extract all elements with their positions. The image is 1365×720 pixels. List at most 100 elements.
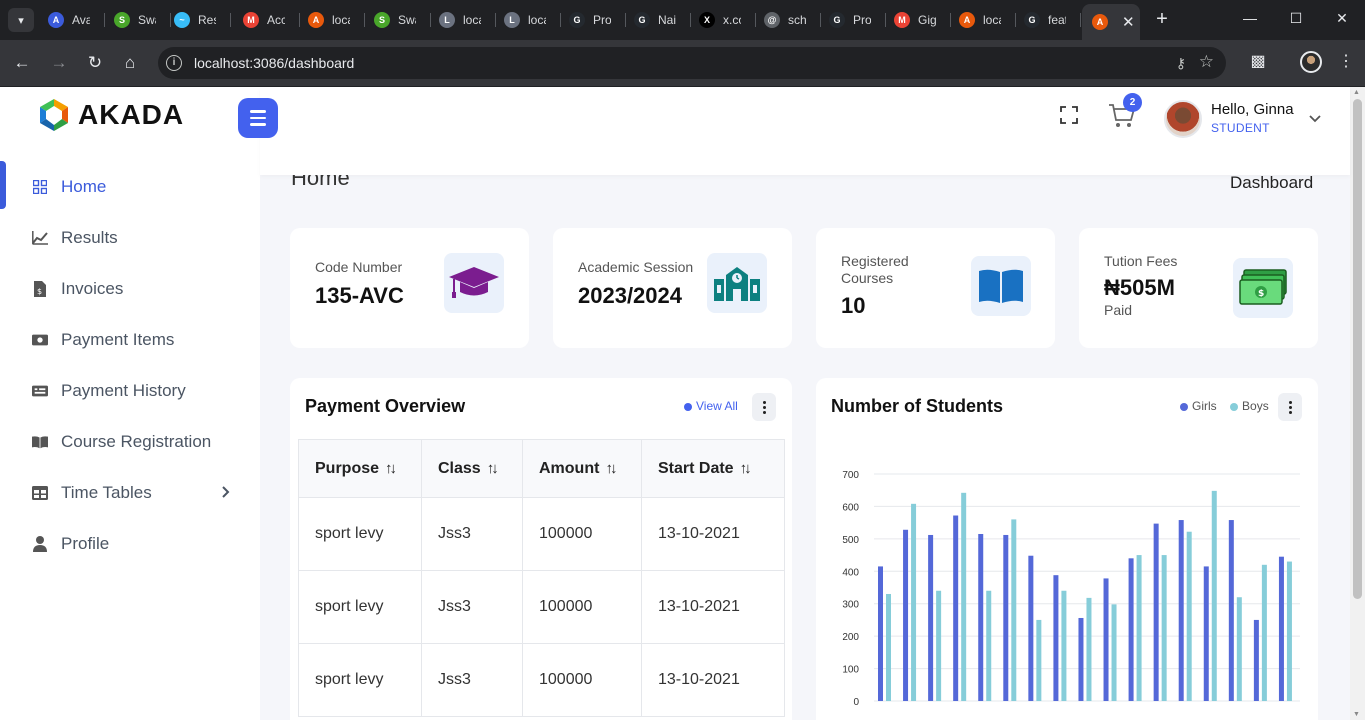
- back-icon[interactable]: ←: [10, 51, 34, 75]
- reload-icon[interactable]: ↻: [83, 51, 107, 75]
- browser-tab[interactable]: G Nai: [627, 6, 691, 34]
- column-header-amount[interactable]: Amount ↑↓: [522, 439, 642, 498]
- sort-icon[interactable]: ↑↓: [487, 460, 499, 477]
- bar-boys[interactable]: [1036, 619, 1042, 701]
- bar-girls[interactable]: [1028, 555, 1034, 701]
- bar-girls[interactable]: [953, 515, 959, 701]
- browser-menu-icon[interactable]: ⋮: [1334, 51, 1358, 71]
- bar-boys[interactable]: [1061, 590, 1067, 701]
- bar-girls[interactable]: [928, 534, 934, 701]
- extensions-icon[interactable]: ▩: [1246, 51, 1270, 71]
- bar-girls[interactable]: [903, 529, 909, 701]
- forward-icon[interactable]: →: [47, 51, 71, 75]
- scroll-up-icon[interactable]: ▲: [1353, 89, 1360, 96]
- column-header-purpose[interactable]: Purpose ↑↓: [298, 439, 422, 498]
- bar-girls[interactable]: [878, 566, 883, 701]
- browser-tab[interactable]: Lloca: [432, 6, 496, 34]
- table-row[interactable]: sport levy Jss3 100000 13-10-2021: [298, 643, 785, 717]
- fullscreen-icon[interactable]: [1060, 106, 1078, 124]
- bar-girls[interactable]: [1228, 520, 1234, 701]
- browser-tab[interactable]: G Pro: [562, 6, 626, 34]
- address-bar[interactable]: i localhost:3086/dashboard ⚷ ☆: [158, 47, 1226, 79]
- chevron-down-icon[interactable]: [1309, 111, 1321, 126]
- sidebar-item-home[interactable]: Home: [0, 161, 260, 212]
- browser-profile-avatar[interactable]: [1300, 51, 1322, 73]
- bar-boys[interactable]: [1111, 604, 1117, 701]
- bar-girls[interactable]: [1053, 575, 1059, 701]
- browser-tab[interactable]: G Pro: [822, 6, 886, 34]
- bar-girls[interactable]: [1078, 617, 1084, 701]
- column-header-class[interactable]: Class ↑↓: [421, 439, 523, 498]
- bar-boys[interactable]: [1086, 597, 1092, 701]
- minimize-icon[interactable]: —: [1240, 10, 1260, 26]
- browser-tab[interactable]: @ sch: [757, 6, 821, 34]
- url-text[interactable]: localhost:3086/dashboard: [194, 55, 354, 71]
- table-row[interactable]: sport levy Jss3 100000 13-10-2021: [298, 570, 785, 644]
- bar-girls[interactable]: [1103, 578, 1109, 701]
- bar-boys[interactable]: [1136, 555, 1142, 701]
- browser-tab[interactable]: Gfeat: [1017, 6, 1081, 34]
- browser-tab[interactable]: Lloca: [497, 6, 561, 34]
- page-scrollbar[interactable]: ▲ ▼: [1350, 87, 1365, 720]
- browser-tab[interactable]: S Swa: [367, 6, 431, 34]
- bar-girls[interactable]: [1128, 558, 1134, 701]
- sidebar-item-results[interactable]: Results: [0, 212, 260, 263]
- tab-active[interactable]: A ✕: [1082, 4, 1140, 40]
- bar-girls[interactable]: [1178, 520, 1184, 701]
- user-avatar[interactable]: [1164, 100, 1202, 138]
- site-info-icon[interactable]: i: [166, 55, 182, 71]
- password-key-icon[interactable]: ⚷: [1176, 55, 1186, 72]
- bar-boys[interactable]: [886, 593, 891, 701]
- bar-girls[interactable]: [1153, 523, 1159, 701]
- scrollbar-thumb[interactable]: [1353, 99, 1362, 599]
- view-all-link[interactable]: View All: [684, 399, 738, 413]
- bar-girls[interactable]: [978, 533, 984, 701]
- brand-logo[interactable]: AKADA: [36, 97, 184, 133]
- browser-tab[interactable]: Aloca: [952, 6, 1016, 34]
- sort-icon[interactable]: ↑↓: [385, 460, 397, 477]
- bar-boys[interactable]: [911, 503, 917, 701]
- scroll-down-icon[interactable]: ▼: [1353, 711, 1360, 718]
- sort-icon[interactable]: ↑↓: [740, 460, 752, 477]
- browser-tab[interactable]: M Acc: [236, 6, 300, 34]
- bar-boys[interactable]: [1261, 564, 1267, 701]
- maximize-icon[interactable]: ☐: [1286, 10, 1306, 27]
- bookmark-star-icon[interactable]: ☆: [1199, 52, 1214, 72]
- user-greeting[interactable]: Hello, Ginna: [1211, 101, 1294, 118]
- bar-boys[interactable]: [961, 492, 967, 701]
- bar-girls[interactable]: [1253, 619, 1259, 701]
- bar-girls[interactable]: [1278, 556, 1284, 701]
- sidebar-item-payment-items[interactable]: Payment Items: [0, 314, 260, 365]
- breadcrumb[interactable]: Dashboard: [1230, 173, 1313, 193]
- new-tab-button[interactable]: +: [1150, 8, 1174, 32]
- hamburger-menu-button[interactable]: [238, 98, 278, 138]
- browser-tab[interactable]: Xx.co: [692, 6, 756, 34]
- sort-icon[interactable]: ↑↓: [605, 460, 617, 477]
- payment-overview-menu-button[interactable]: [752, 393, 776, 421]
- sidebar-item-payment-history[interactable]: Payment History: [0, 365, 260, 416]
- browser-tab[interactable]: Aloca: [301, 6, 365, 34]
- sidebar-item-profile[interactable]: Profile: [0, 518, 260, 569]
- tab-search-button[interactable]: ▾: [8, 8, 34, 32]
- bar-boys[interactable]: [986, 590, 992, 701]
- bar-girls[interactable]: [1203, 566, 1209, 701]
- bar-boys[interactable]: [1186, 531, 1192, 701]
- close-tab-icon[interactable]: ✕: [1122, 13, 1135, 31]
- bar-boys[interactable]: [1161, 555, 1167, 701]
- bar-boys[interactable]: [1286, 561, 1292, 701]
- home-icon[interactable]: ⌂: [118, 51, 142, 75]
- bar-boys[interactable]: [1236, 597, 1242, 701]
- browser-tab[interactable]: A Ava: [41, 6, 105, 34]
- bar-boys[interactable]: [1211, 490, 1217, 701]
- table-row[interactable]: sport levy Jss3 100000 13-10-2021: [298, 497, 785, 571]
- browser-tab[interactable]: M Gig: [887, 6, 951, 34]
- sidebar-item-invoices[interactable]: $ Invoices: [0, 263, 260, 314]
- bar-boys[interactable]: [936, 590, 942, 701]
- bar-girls[interactable]: [1003, 534, 1009, 701]
- browser-tab[interactable]: ~ Res: [167, 6, 231, 34]
- close-window-icon[interactable]: ✕: [1332, 10, 1352, 27]
- sidebar-item-time-tables[interactable]: Time Tables: [0, 467, 260, 518]
- sidebar-item-course-registration[interactable]: Course Registration: [0, 416, 260, 467]
- browser-tab[interactable]: S Swa: [107, 6, 171, 34]
- column-header-start-date[interactable]: Start Date ↑↓: [641, 439, 785, 498]
